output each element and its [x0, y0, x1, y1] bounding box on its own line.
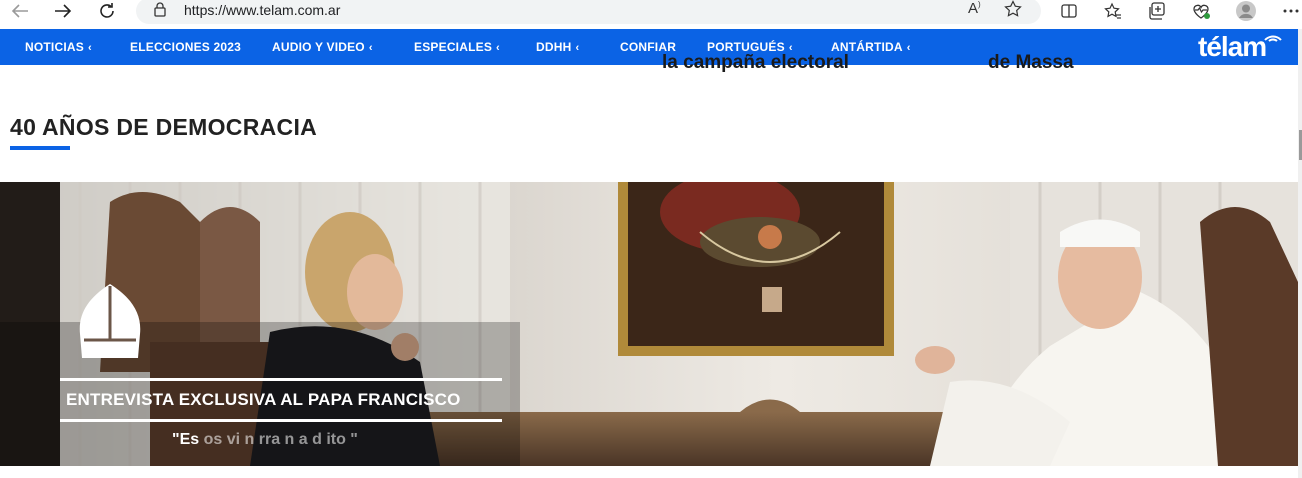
refresh-icon[interactable] [92, 0, 122, 22]
nav-item-noticias[interactable]: NOTICIAS ‹ [25, 40, 92, 54]
chevron-icon: ‹ [87, 42, 92, 54]
nav-item-label: DDHH [536, 40, 572, 54]
split-screen-icon[interactable] [1056, 0, 1082, 22]
nav-item-label: ESPECIALES [414, 40, 493, 54]
chevron-icon: ‹ [906, 42, 911, 54]
interview-photo [0, 182, 1298, 466]
cut-headline-left[interactable]: la campaña electoral [662, 52, 849, 74]
hero-quote-visible: "Es [172, 431, 200, 448]
browser-toolbar: https://www.telam.com.ar A) [0, 0, 1302, 29]
nav-item-label: AUDIO Y VIDEO [272, 40, 365, 54]
cut-headline-right[interactable]: de Massa [988, 52, 1074, 74]
nav-item-elecciones[interactable]: ELECCIONES 2023 [130, 40, 241, 54]
nav-item-ddhh[interactable]: DDHH ‹ [536, 40, 579, 54]
chevron-icon: ‹ [575, 42, 580, 54]
section-title: 40 AÑOS DE DEMOCRACIA [10, 114, 318, 140]
chevron-icon: ‹ [368, 42, 373, 54]
read-aloud-icon[interactable]: A) [968, 0, 981, 17]
hero-title[interactable]: ENTREVISTA EXCLUSIVA AL PAPA FRANCISCO [66, 390, 461, 410]
hero-quote: "Es os vi n rra n a d ito " [172, 431, 358, 449]
section-underline [10, 146, 70, 150]
favorites-icon[interactable] [1100, 0, 1126, 22]
signal-waves-icon [1264, 35, 1282, 42]
hero-title-box[interactable]: ENTREVISTA EXCLUSIVA AL PAPA FRANCISCO [60, 378, 502, 422]
address-bar[interactable]: https://www.telam.com.ar A) [136, 0, 1041, 24]
back-icon[interactable] [5, 0, 35, 22]
hero-quote-faded: os vi n rra n a d ito " [203, 431, 358, 448]
favorite-star-icon[interactable] [1004, 0, 1022, 23]
browser-essentials-icon[interactable] [1188, 0, 1214, 22]
collections-icon[interactable] [1144, 0, 1170, 22]
lock-icon[interactable] [154, 2, 166, 22]
site-navbar: NOTICIAS ‹ ELECCIONES 2023 AUDIO Y VIDEO ‹… [0, 29, 1298, 65]
hero-banner[interactable] [0, 182, 1298, 466]
telam-logo[interactable]: télam [1198, 31, 1267, 63]
page-scrollbar[interactable] [1298, 29, 1302, 478]
nav-item-audio-video[interactable]: AUDIO Y VIDEO ‹ [272, 40, 373, 54]
chevron-icon: ‹ [496, 42, 500, 54]
mitre-icon [79, 284, 141, 358]
nav-item-especiales[interactable]: ESPECIALES ‹ [414, 40, 500, 54]
profile-avatar-icon[interactable] [1233, 0, 1259, 22]
url-text[interactable]: https://www.telam.com.ar [184, 2, 340, 18]
forward-icon[interactable] [48, 0, 78, 22]
nav-item-label: ELECCIONES 2023 [130, 40, 242, 54]
nav-item-label: NOTICIAS [25, 40, 84, 54]
more-menu-icon[interactable] [1278, 0, 1302, 22]
